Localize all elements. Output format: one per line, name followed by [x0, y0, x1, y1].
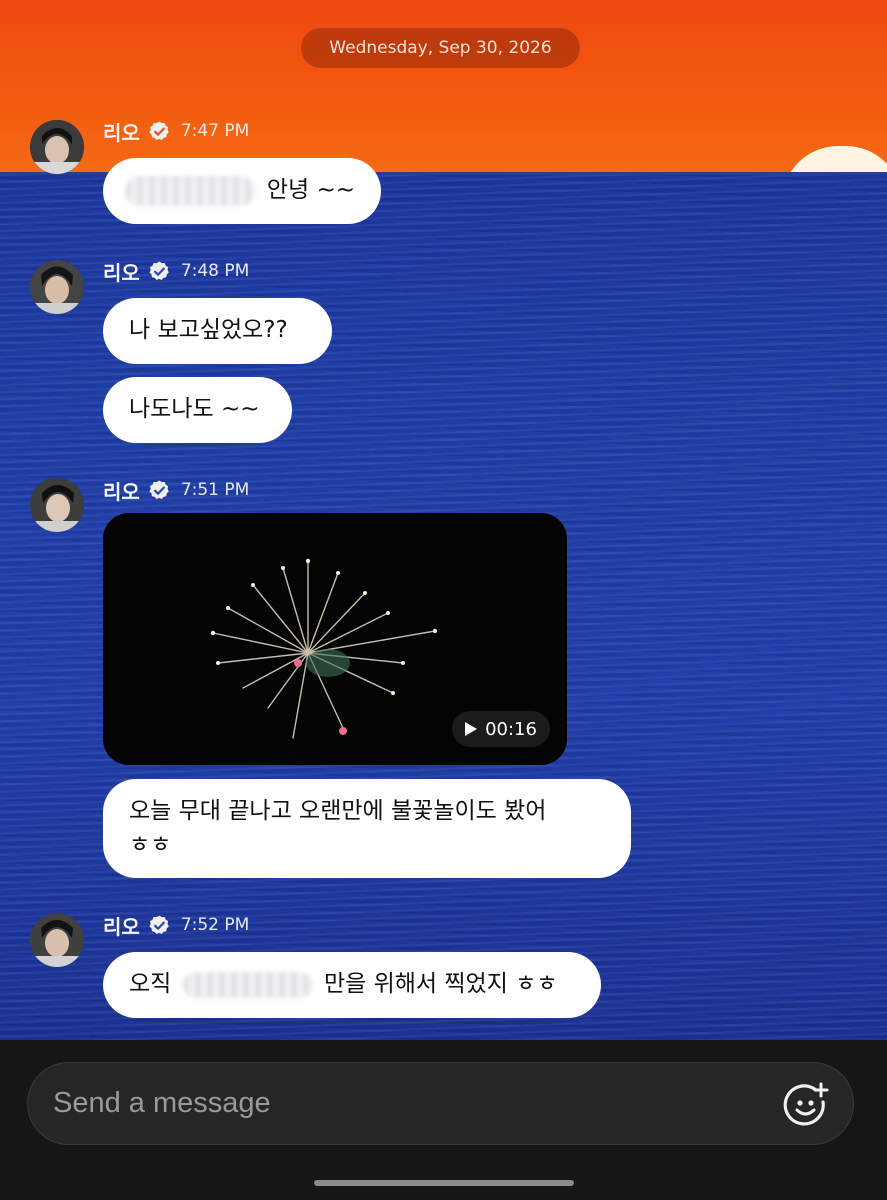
message-header: 리오 7:52 PM	[103, 910, 249, 940]
message-composer	[27, 1062, 854, 1145]
sticker-button[interactable]	[782, 1081, 830, 1129]
message-header: 리오 7:47 PM	[103, 116, 249, 146]
message-bubble[interactable]: 안녕 ~~	[103, 158, 381, 224]
message-text-end: 만을 위해서 찍었지 ㅎㅎ	[323, 971, 558, 997]
message-bubble[interactable]: 오늘 무대 끝나고 오랜만에 불꽃놀이도 봤어 ㅎㅎ	[103, 779, 631, 878]
message-time: 7:47 PM	[180, 121, 250, 141]
message-text: 나도나도 ~~	[129, 396, 260, 422]
video-duration: 00:16	[485, 718, 537, 740]
sender-name[interactable]: 리오	[103, 257, 140, 286]
redacted-text	[125, 176, 255, 206]
avatar[interactable]	[30, 478, 84, 532]
avatar[interactable]	[30, 260, 84, 314]
message-bubble[interactable]: 오직 만을 위해서 찍었지 ㅎㅎ	[103, 952, 601, 1018]
redacted-text	[182, 971, 313, 998]
message-text: 오늘 무대 끝나고 오랜만에 불꽃놀이도 봤어 ㅎㅎ	[129, 798, 547, 858]
message-text: 나 보고싶었오??	[129, 317, 288, 343]
play-icon	[465, 722, 478, 736]
message-header: 리오 7:51 PM	[103, 475, 249, 505]
sunset-sky-background	[0, 0, 887, 174]
message-time: 7:48 PM	[180, 261, 250, 281]
verified-badge-icon	[149, 479, 169, 499]
home-indicator[interactable]	[314, 1180, 574, 1186]
video-message[interactable]: 00:16	[103, 513, 567, 765]
avatar[interactable]	[30, 120, 84, 174]
message-bubble[interactable]: 나 보고싶었오??	[103, 298, 332, 364]
verified-badge-icon	[149, 914, 169, 934]
message-text: 안녕 ~~	[266, 177, 355, 203]
verified-badge-icon	[149, 120, 169, 140]
message-time: 7:52 PM	[180, 915, 250, 935]
message-text-start: 오직	[129, 971, 172, 997]
sender-name[interactable]: 리오	[103, 911, 140, 940]
video-duration-badge[interactable]: 00:16	[452, 711, 550, 747]
message-header: 리오 7:48 PM	[103, 256, 249, 286]
message-input[interactable]	[53, 1063, 773, 1144]
sender-name[interactable]: 리오	[103, 476, 140, 505]
message-bubble[interactable]: 나도나도 ~~	[103, 377, 292, 443]
message-time: 7:51 PM	[180, 480, 250, 500]
verified-badge-icon	[149, 260, 169, 280]
sender-name[interactable]: 리오	[103, 117, 140, 146]
avatar[interactable]	[30, 913, 84, 967]
sticker-add-icon	[783, 1082, 829, 1126]
date-divider: Wednesday, Sep 30, 2026	[301, 28, 580, 68]
